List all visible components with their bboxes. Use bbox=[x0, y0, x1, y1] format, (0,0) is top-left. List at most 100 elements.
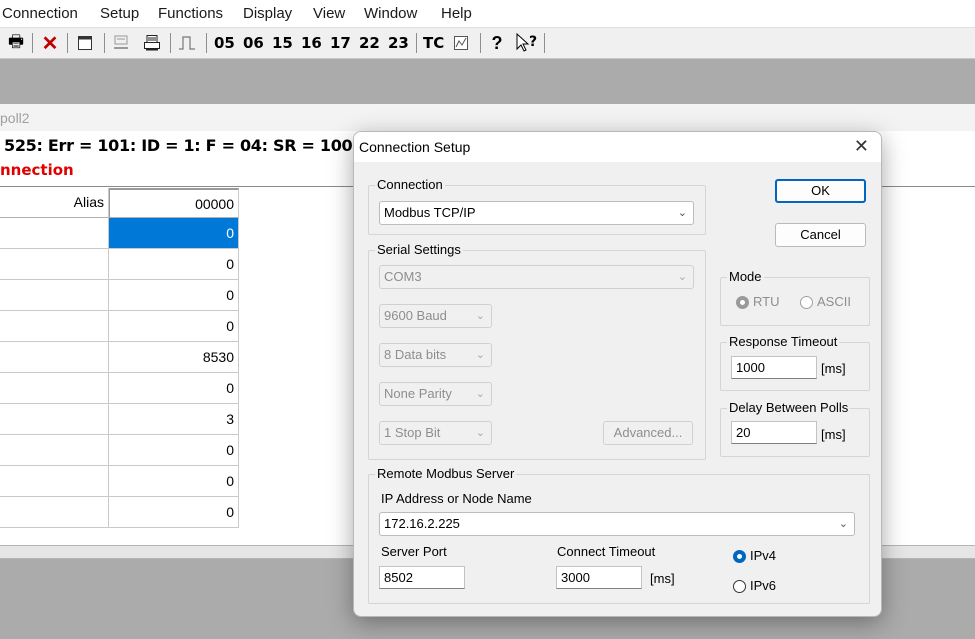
fc-17-button[interactable]: 17 bbox=[330, 34, 351, 52]
register-value-cell[interactable]: 0 bbox=[109, 218, 239, 249]
connection-setup-dialog: Connection Setup ✕ Connection Modbus TCP… bbox=[353, 131, 882, 617]
chevron-down-icon: ⌄ bbox=[838, 518, 848, 530]
mode-group-label: Mode bbox=[727, 269, 764, 284]
register-value-cell[interactable]: 0 bbox=[109, 311, 239, 342]
trace-icon[interactable] bbox=[451, 32, 471, 54]
alias-cell[interactable] bbox=[0, 218, 109, 249]
alias-cell[interactable] bbox=[0, 466, 109, 497]
toolbar-separator bbox=[480, 33, 481, 53]
connection-group-label: Connection bbox=[375, 177, 445, 192]
chevron-down-icon: ⌄ bbox=[475, 388, 485, 400]
alias-cell[interactable] bbox=[0, 342, 109, 373]
ipv6-radio[interactable] bbox=[733, 580, 746, 593]
ipv4-label: IPv4 bbox=[750, 548, 777, 563]
register-value-cell[interactable]: 3 bbox=[109, 404, 239, 435]
response-timeout-unit: [ms] bbox=[821, 361, 846, 376]
toolbar-separator bbox=[32, 33, 33, 53]
response-timeout-label: Response Timeout bbox=[727, 334, 840, 349]
register-value-cell[interactable]: 0 bbox=[109, 280, 239, 311]
column-header-00000[interactable]: 00000 bbox=[109, 188, 239, 218]
connection-type-select[interactable]: Modbus TCP/IP ⌄ bbox=[379, 201, 694, 225]
dialog-title: Connection Setup bbox=[359, 139, 471, 155]
fc-15-button[interactable]: 15 bbox=[272, 34, 293, 52]
connection-error-text: nnection bbox=[0, 161, 74, 179]
register-value-cell[interactable]: 0 bbox=[109, 249, 239, 280]
advanced-button[interactable]: Advanced... bbox=[603, 421, 693, 445]
chevron-down-icon: ⌄ bbox=[475, 310, 485, 322]
delay-unit: [ms] bbox=[821, 427, 846, 442]
pulse-icon[interactable] bbox=[176, 32, 198, 54]
alias-cell[interactable] bbox=[0, 435, 109, 466]
mode-rtu-radio[interactable] bbox=[736, 296, 749, 309]
com-port-select[interactable]: COM3 ⌄ bbox=[379, 265, 694, 289]
fc-23-button[interactable]: 23 bbox=[388, 34, 409, 52]
disconnect-icon[interactable]: ✕ bbox=[38, 32, 62, 55]
parity-select[interactable]: None Parity ⌄ bbox=[379, 382, 492, 406]
register-value-cell[interactable]: 0 bbox=[109, 466, 239, 497]
cancel-button[interactable]: Cancel bbox=[775, 223, 866, 247]
svg-text:?: ? bbox=[529, 34, 537, 50]
alias-cell[interactable] bbox=[0, 404, 109, 435]
fc-16-button[interactable]: 16 bbox=[301, 34, 322, 52]
toolbar-separator bbox=[67, 33, 68, 53]
toolbar-separator bbox=[416, 33, 417, 53]
chevron-down-icon: ⌄ bbox=[475, 427, 485, 439]
alias-cell[interactable] bbox=[0, 311, 109, 342]
alias-cell[interactable] bbox=[0, 280, 109, 311]
menu-connection[interactable]: Connection bbox=[2, 5, 78, 22]
alias-cell[interactable] bbox=[0, 249, 109, 280]
toolbar-separator bbox=[104, 33, 105, 53]
menu-window[interactable]: Window bbox=[364, 5, 417, 22]
toolbar-separator bbox=[544, 33, 545, 53]
mode-ascii-radio[interactable] bbox=[800, 296, 813, 309]
mode-rtu-label: RTU bbox=[753, 294, 780, 309]
chevron-down-icon: ⌄ bbox=[677, 271, 687, 283]
connect-icon[interactable] bbox=[110, 32, 132, 54]
window-icon[interactable] bbox=[74, 32, 96, 54]
mode-ascii-label: ASCII bbox=[817, 294, 851, 309]
com-port-value: COM3 bbox=[384, 269, 422, 284]
ip-address-select[interactable]: 172.16.2.225 ⌄ bbox=[379, 512, 855, 536]
register-value-cell[interactable]: 8530 bbox=[109, 342, 239, 373]
response-timeout-input[interactable]: 1000 bbox=[731, 356, 817, 379]
status-line: 525: Err = 101: ID = 1: F = 04: SR = 100… bbox=[4, 136, 389, 155]
menu-display[interactable]: Display bbox=[243, 5, 292, 22]
delay-between-polls-input[interactable]: 20 bbox=[731, 421, 817, 444]
delay-between-polls-label: Delay Between Polls bbox=[727, 400, 851, 415]
child-window-title[interactable]: poll2 bbox=[0, 104, 975, 132]
close-icon[interactable]: ✕ bbox=[854, 136, 869, 157]
fc-06-button[interactable]: 06 bbox=[243, 34, 264, 52]
help-icon[interactable]: ? bbox=[486, 32, 508, 54]
fc-22-button[interactable]: 22 bbox=[359, 34, 380, 52]
server-port-label: Server Port bbox=[381, 544, 447, 559]
baud-select[interactable]: 9600 Baud ⌄ bbox=[379, 304, 492, 328]
serial-settings-label: Serial Settings bbox=[375, 242, 463, 257]
column-header-alias[interactable]: Alias bbox=[0, 188, 109, 218]
tc-button[interactable]: TC bbox=[423, 34, 444, 52]
stop-bits-select[interactable]: 1 Stop Bit ⌄ bbox=[379, 421, 492, 445]
menu-setup[interactable]: Setup bbox=[100, 5, 139, 22]
alias-cell[interactable] bbox=[0, 373, 109, 404]
menu-functions[interactable]: Functions bbox=[158, 5, 223, 22]
ipv4-radio[interactable] bbox=[733, 550, 746, 563]
fc-05-button[interactable]: 05 bbox=[214, 34, 235, 52]
toolbar: 🖶 ✕ 05 06 15 16 17 22 23 TC ? ? bbox=[0, 28, 975, 59]
connect-timeout-input[interactable]: 3000 bbox=[556, 566, 642, 589]
register-value-cell[interactable]: 0 bbox=[109, 497, 239, 528]
register-value-cell[interactable]: 0 bbox=[109, 435, 239, 466]
dialog-title-bar[interactable]: Connection Setup ✕ bbox=[354, 132, 881, 162]
menu-help[interactable]: Help bbox=[441, 5, 472, 22]
remote-server-label: Remote Modbus Server bbox=[375, 466, 517, 481]
data-bits-select[interactable]: 8 Data bits ⌄ bbox=[379, 343, 492, 367]
menu-view[interactable]: View bbox=[313, 5, 345, 22]
alias-cell[interactable] bbox=[0, 497, 109, 528]
print-icon[interactable]: 🖶 bbox=[4, 32, 28, 54]
server-port-input[interactable]: 8502 bbox=[379, 566, 465, 589]
register-value-cell[interactable]: 0 bbox=[109, 373, 239, 404]
context-help-icon[interactable]: ? bbox=[514, 32, 540, 54]
baud-value: 9600 Baud bbox=[384, 308, 447, 323]
connection-type-value: Modbus TCP/IP bbox=[384, 205, 476, 220]
printer-icon[interactable] bbox=[141, 32, 163, 54]
toolbar-separator bbox=[206, 33, 207, 53]
ok-button[interactable]: OK bbox=[775, 179, 866, 203]
